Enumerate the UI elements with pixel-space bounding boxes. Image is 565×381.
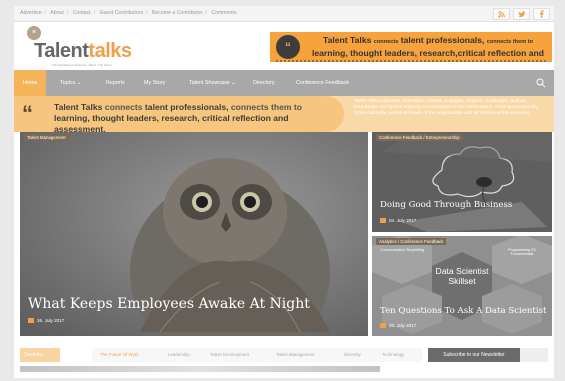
banner-dot-border (276, 60, 546, 62)
featured-side-card-2[interactable]: Data Scientist Skillset Communication St… (372, 236, 552, 336)
category-tag[interactable]: Conference Feedback / Entrepreneurship (376, 134, 463, 141)
top-link-about[interactable]: About (50, 10, 64, 16)
skillset-right-label: Programming CS Fundamentals (508, 248, 536, 256)
header-banner-ad[interactable]: “ Talent Talks connects talent professio… (270, 32, 552, 62)
intro-description: Talent Talks educates, entertains, infor… (354, 99, 539, 116)
nav-item-reports[interactable]: Reports (106, 70, 125, 96)
calendar-icon (380, 323, 386, 328)
tab-diversity[interactable]: Diversity (344, 348, 361, 362)
laptop-cloud-image (372, 132, 552, 232)
banner-text: Talent Talks connects talent professiona… (311, 35, 545, 62)
nav-item-home[interactable]: Home (14, 70, 47, 96)
tab-leadership[interactable]: Leadership (168, 348, 190, 362)
sections-label: Sections (20, 348, 60, 362)
nav-item-topics[interactable]: Topics ⌄ (60, 70, 81, 96)
nav-item-conference-feedback[interactable]: Conference Feedback (296, 70, 349, 96)
logo-tagline: The heartbeat of business. Talent. The f… (52, 63, 113, 67)
nav-item-directory[interactable]: Directory (253, 70, 275, 96)
nav-item-talent-showcase[interactable]: Talent Showcase ⌄ (189, 70, 236, 96)
rss-icon[interactable] (493, 8, 510, 20)
featured-main-title[interactable]: What Keeps Employees Awake At Night (28, 296, 310, 312)
chevron-down-icon: ⌄ (76, 80, 82, 86)
top-utility-bar: Advertise / About / Contact / Guest Contrib… (14, 6, 554, 22)
featured-side-card-1[interactable]: Conference Feedback / Entrepreneurship D… (372, 132, 552, 232)
post-date: 03. July 2017 (380, 323, 416, 328)
quote-mark-icon: “ (22, 101, 33, 126)
tab-technology[interactable]: Technology (382, 348, 404, 362)
skillset-left-label: Communication Storytelling (380, 248, 424, 252)
top-link-guest-contributors[interactable]: Guest Contributors (100, 10, 144, 16)
tab-talent-management[interactable]: Talent Management (276, 348, 315, 362)
nav-item-my-story[interactable]: My Story (144, 70, 165, 96)
intro-strip: “ Talent Talks connects talent professio… (14, 96, 554, 134)
category-tag[interactable]: Talent Management (24, 134, 69, 141)
article-thumbnail-row (20, 366, 380, 372)
logo-wordmark: Talenttalks (34, 40, 132, 62)
newsletter-side-panel (520, 348, 548, 362)
skillset-center-label: Data Scientist Skillset (435, 266, 489, 286)
featured-grid: Talent Management What Keeps Employees A… (20, 132, 552, 338)
top-link-become-contributor[interactable]: Become a Contributor (152, 10, 202, 16)
logo-mark-icon: “ (27, 26, 41, 40)
featured-main-card[interactable]: Talent Management What Keeps Employees A… (20, 132, 368, 336)
chevron-down-icon: ⌄ (231, 80, 236, 86)
twitter-icon[interactable] (513, 8, 530, 20)
top-links: Advertise / About / Contact / Guest Contrib… (20, 10, 237, 16)
site-header: “ Talenttalks The heartbeat of business.… (14, 22, 554, 72)
section-tabs: The Future Of Work Leadership Talent Dev… (92, 348, 422, 362)
facebook-icon[interactable] (533, 8, 550, 20)
post-date: 26. July 2017 (28, 318, 64, 323)
sections-bar: Sections The Future Of Work Leadership T… (20, 344, 548, 364)
page: Advertise / About / Contact / Guest Contrib… (14, 6, 554, 378)
banner-quote-icon: “ (276, 35, 300, 59)
calendar-icon (28, 318, 34, 323)
subscribe-newsletter-button[interactable]: Subscribe to our Newsletter (428, 348, 520, 362)
social-links (493, 8, 550, 20)
tab-future-of-work[interactable]: The Future Of Work (100, 348, 139, 362)
top-link-comments[interactable]: Comments (211, 10, 236, 16)
top-link-contact[interactable]: Contact (73, 10, 91, 16)
site-logo[interactable]: “ Talenttalks The heartbeat of business.… (24, 26, 134, 67)
search-icon[interactable] (536, 78, 546, 88)
main-nav: Home Topics ⌄ Reports My Story Talent Sh… (14, 70, 554, 96)
post-date: 04. July 2017 (380, 218, 416, 223)
featured-side-title-1[interactable]: Doing Good Through Business (380, 200, 512, 210)
tab-talent-development[interactable]: Talent Development (210, 348, 249, 362)
category-tag[interactable]: Analytics / Conference Feedback (376, 238, 447, 245)
featured-side-title-2[interactable]: Ten Questions To Ask A Data Scientist (380, 306, 546, 316)
top-link-advertise[interactable]: Advertise (20, 10, 42, 16)
calendar-icon (380, 218, 386, 223)
intro-tagline: Talent Talks connects talent professiona… (54, 102, 303, 134)
